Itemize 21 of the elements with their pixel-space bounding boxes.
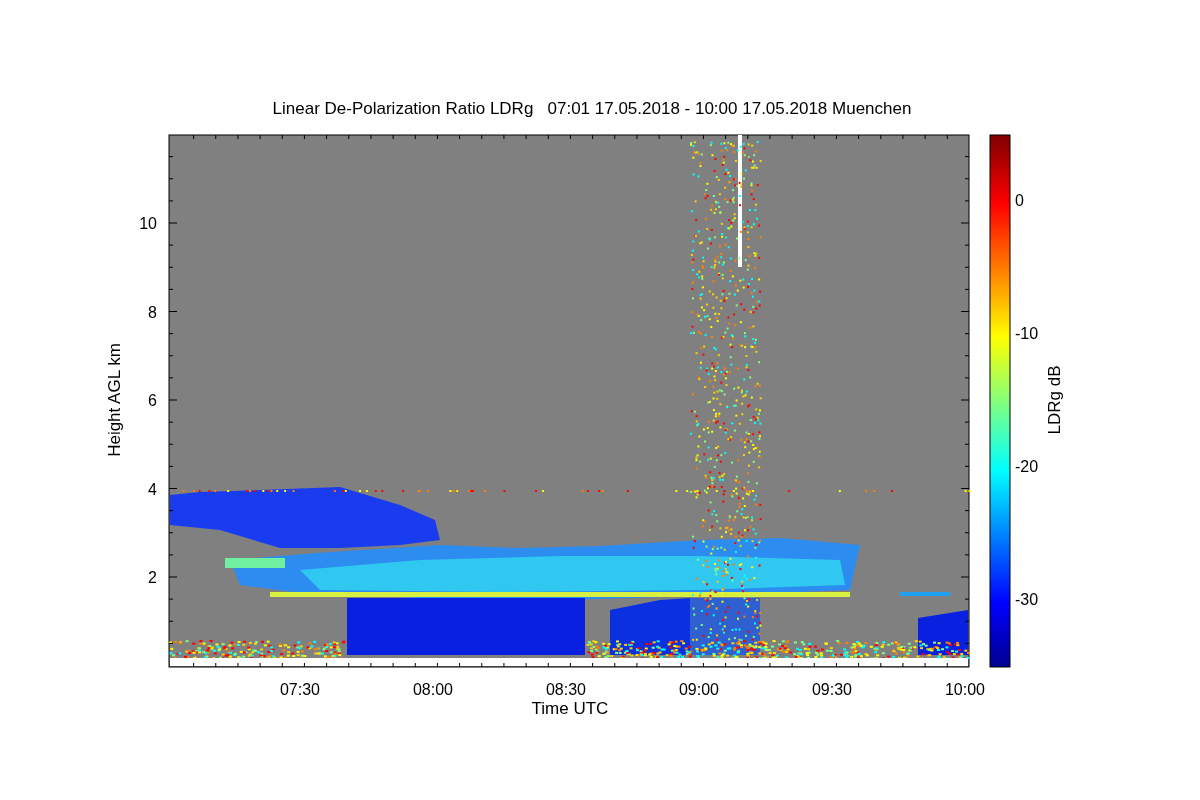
colorbar-tick-label: 0 (1015, 192, 1024, 209)
colorbar-tick-label: -10 (1015, 325, 1039, 342)
colorbar-label: LDRg dB (1045, 365, 1064, 435)
colorbar-tick-label: -20 (1015, 458, 1039, 475)
x-tick-label: 10:00 (945, 681, 985, 698)
y-tick-label: 10 (139, 215, 157, 232)
y-axis-label: Height AGL km (105, 343, 124, 457)
x-tick-label: 09:30 (812, 681, 852, 698)
y-tick-label: 2 (148, 569, 157, 586)
x-tick-label: 07:30 (280, 681, 320, 698)
cloud-patch (225, 558, 285, 568)
x-tick-label: 09:00 (679, 681, 719, 698)
colorbar-tick-label: -30 (1015, 591, 1039, 608)
x-axis-label: Time UTC (531, 699, 609, 718)
chart-title: Linear De-Polarization Ratio LDRg 07:01 17.05.2018 - 10:00 17.05.2018 Muenchen (272, 99, 912, 118)
x-tick-label: 08:00 (413, 681, 453, 698)
y-tick-label: 4 (148, 480, 157, 498)
cloud-patch (900, 592, 950, 596)
y-tick-label: 8 (148, 303, 157, 321)
y-tick-label: 6 (148, 392, 157, 409)
x-tick-label: 08:30 (546, 681, 586, 698)
